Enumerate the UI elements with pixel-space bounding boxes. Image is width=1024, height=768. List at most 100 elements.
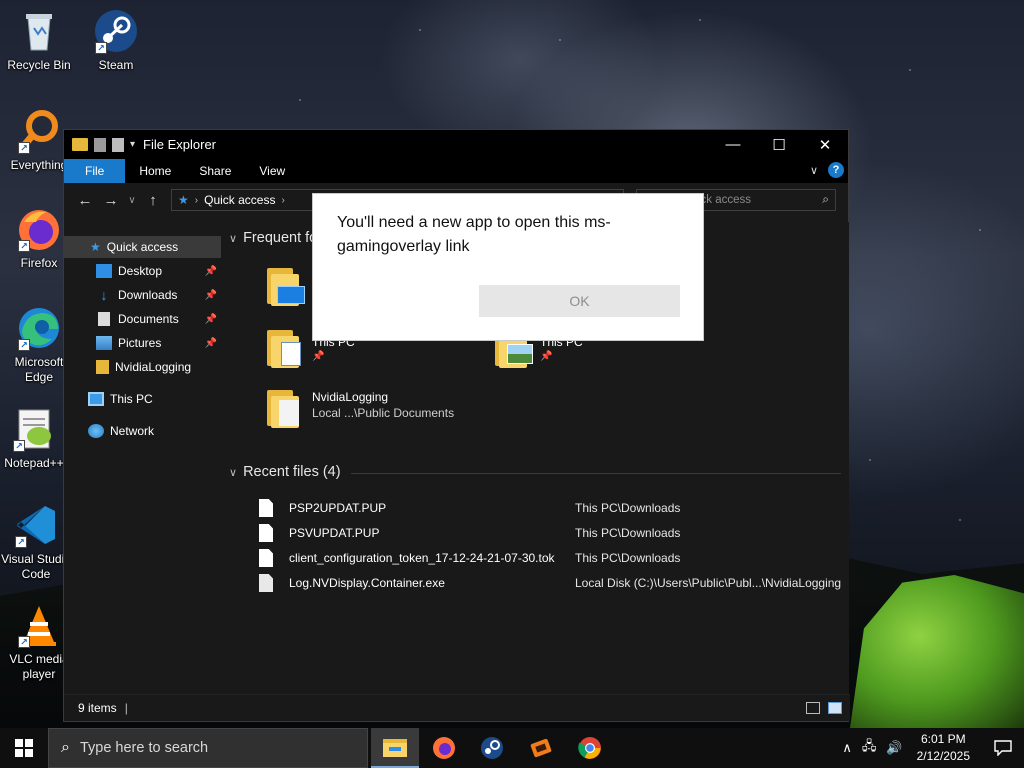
show-hidden-icons-chevron-icon[interactable]: ∧ <box>842 740 852 756</box>
recent-file-row[interactable]: PSP2UPDAT.PUP This PC\Downloads <box>259 497 849 519</box>
firefox-icon <box>433 737 455 759</box>
ribbon-tabs: File Home Share View ∨ ? <box>64 159 848 183</box>
network-status-icon[interactable]: 🖧 <box>862 737 877 759</box>
clock[interactable]: 6:01 PM 2/12/2025 <box>917 731 970 765</box>
breadcrumb-separator-icon: › <box>194 194 199 206</box>
nvidialogging-folder-tile-icon[interactable] <box>267 388 299 428</box>
sidebar-item-label: NvidiaLogging <box>115 360 192 374</box>
close-button[interactable]: ✕ <box>802 130 848 159</box>
file-location: This PC\Downloads <box>575 551 681 565</box>
recent-file-row[interactable]: client_configuration_token_17-12-24-21-0… <box>259 547 849 569</box>
tile-name[interactable]: NvidiaLogging <box>312 390 388 404</box>
windows-logo-icon <box>15 739 33 757</box>
taskbar-chrome[interactable] <box>566 728 614 768</box>
folder-icon <box>72 138 88 151</box>
breadcrumb-quick-access[interactable]: Quick access <box>204 193 275 207</box>
file-explorer-icon <box>383 739 407 757</box>
quick-access-star-icon: ★ <box>178 193 189 207</box>
breadcrumb-separator-icon[interactable]: › <box>281 195 284 206</box>
file-icon <box>259 499 273 517</box>
volume-icon[interactable]: 🔊 <box>886 740 902 756</box>
everything-icon: ↗ <box>16 108 62 154</box>
tab-file[interactable]: File <box>64 159 126 183</box>
desktop-icon-label: Notepad++ <box>4 456 64 470</box>
large-icons-view-icon[interactable] <box>828 702 842 714</box>
tab-share[interactable]: Share <box>185 159 245 183</box>
file-icon <box>259 574 273 592</box>
notepadpp-icon: ↗ <box>11 406 57 452</box>
recent-file-row[interactable]: PSVUPDAT.PUP This PC\Downloads <box>259 522 849 544</box>
pin-icon[interactable]: 📌 <box>205 314 217 325</box>
recent-file-row[interactable]: Log.NVDisplay.Container.exe Local Disk (… <box>259 572 849 594</box>
shortcut-arrow-icon: ↗ <box>18 636 30 648</box>
sidebar-item-desktop[interactable]: Desktop 📌 <box>64 260 221 282</box>
taskbar: ⌕ Type here to search ∧ 🖧 🔊 6:01 PM 2/12… <box>0 728 1024 768</box>
desktop-icon-label: Steam <box>98 58 134 72</box>
network-icon <box>88 424 104 438</box>
chevron-down-icon: ∨ <box>229 466 238 479</box>
sidebar-item-downloads[interactable]: ↓ Downloads 📌 <box>64 284 221 306</box>
recent-locations-chevron-icon[interactable]: ∨ <box>124 195 140 206</box>
tab-home[interactable]: Home <box>125 159 185 183</box>
open-app-dialog: You'll need a new app to open this ms-ga… <box>312 193 704 341</box>
taskbar-steam[interactable] <box>468 728 516 768</box>
pin-icon[interactable]: 📌 <box>205 290 217 301</box>
sidebar-item-quick-access[interactable]: ★ Quick access <box>64 236 221 258</box>
taskbar-file-explorer[interactable] <box>371 728 419 768</box>
steam-icon <box>481 737 503 759</box>
taskbar-search-input[interactable]: ⌕ Type here to search <box>48 728 368 768</box>
search-icon: ⌕ <box>822 192 829 206</box>
properties-icon[interactable] <box>94 137 106 152</box>
sidebar-item-label: Network <box>110 424 155 438</box>
chevron-down-icon[interactable]: ▾ <box>130 139 135 150</box>
tab-view[interactable]: View <box>245 159 299 183</box>
pin-icon[interactable]: 📌 <box>205 266 217 277</box>
documents-folder-tile-icon[interactable] <box>267 328 301 368</box>
file-location: This PC\Downloads <box>575 526 681 540</box>
status-separator: | <box>124 701 128 715</box>
steam-icon: ↗ <box>93 8 139 54</box>
shortcut-arrow-icon: ↗ <box>18 339 30 351</box>
forward-arrow-icon[interactable]: → <box>98 192 124 209</box>
section-title: Recent files (4) <box>243 464 341 480</box>
minimize-button[interactable]: — <box>710 130 756 159</box>
vlc-icon: ↗ <box>16 602 62 648</box>
sidebar-item-documents[interactable]: Documents 📌 <box>64 308 221 330</box>
expand-ribbon-icon[interactable]: ∨ <box>810 164 818 177</box>
pin-icon: 📌 <box>312 351 325 362</box>
taskbar-firefox[interactable] <box>420 728 468 768</box>
details-view-icon[interactable] <box>806 702 820 714</box>
back-arrow-icon[interactable]: ← <box>72 192 98 209</box>
chrome-icon <box>578 737 601 759</box>
start-button[interactable] <box>0 728 48 768</box>
desktop-folder-tile-icon[interactable] <box>267 266 305 306</box>
desktop-icon-recycle-bin[interactable]: Recycle Bin <box>1 8 77 73</box>
notifications-button[interactable] <box>982 728 1024 768</box>
ok-button[interactable]: OK <box>479 285 680 317</box>
file-name: client_configuration_token_17-12-24-21-0… <box>289 551 555 565</box>
window-title: File Explorer <box>143 137 216 152</box>
new-folder-icon[interactable] <box>112 137 124 152</box>
pin-icon[interactable]: 📌 <box>205 338 217 349</box>
desktop-icon-steam[interactable]: ↗ Steam <box>78 8 154 73</box>
recent-files-header[interactable]: ∨ Recent files (4) <box>229 464 341 480</box>
sidebar-item-pictures[interactable]: Pictures 📌 <box>64 332 221 354</box>
tile-location: Local ...\Public Documents <box>312 406 455 420</box>
status-bar: 9 items | <box>64 694 850 721</box>
documents-icon <box>98 312 110 326</box>
maximize-button[interactable]: ☐ <box>756 130 802 159</box>
help-icon[interactable]: ? <box>828 162 844 178</box>
pin-icon: 📌 <box>540 351 553 362</box>
window-controls: — ☐ ✕ <box>710 130 848 159</box>
sidebar-item-network[interactable]: Network <box>64 420 221 442</box>
desktop-icon-label: Recycle Bin <box>7 58 71 72</box>
star-icon: ★ <box>90 240 101 254</box>
sidebar-item-this-pc[interactable]: This PC <box>64 388 221 410</box>
taskbar-app-orange[interactable] <box>517 728 565 768</box>
sidebar-item-nvidialogging[interactable]: NvidiaLogging <box>64 356 221 378</box>
desktop-icon-notepadpp[interactable]: ↗ Notepad++ <box>0 406 72 471</box>
up-arrow-icon[interactable]: ↑ <box>140 192 166 209</box>
sidebar-item-label: Pictures <box>118 336 162 350</box>
desktop-folder-icon <box>96 264 112 278</box>
search-placeholder: Type here to search <box>79 740 209 756</box>
